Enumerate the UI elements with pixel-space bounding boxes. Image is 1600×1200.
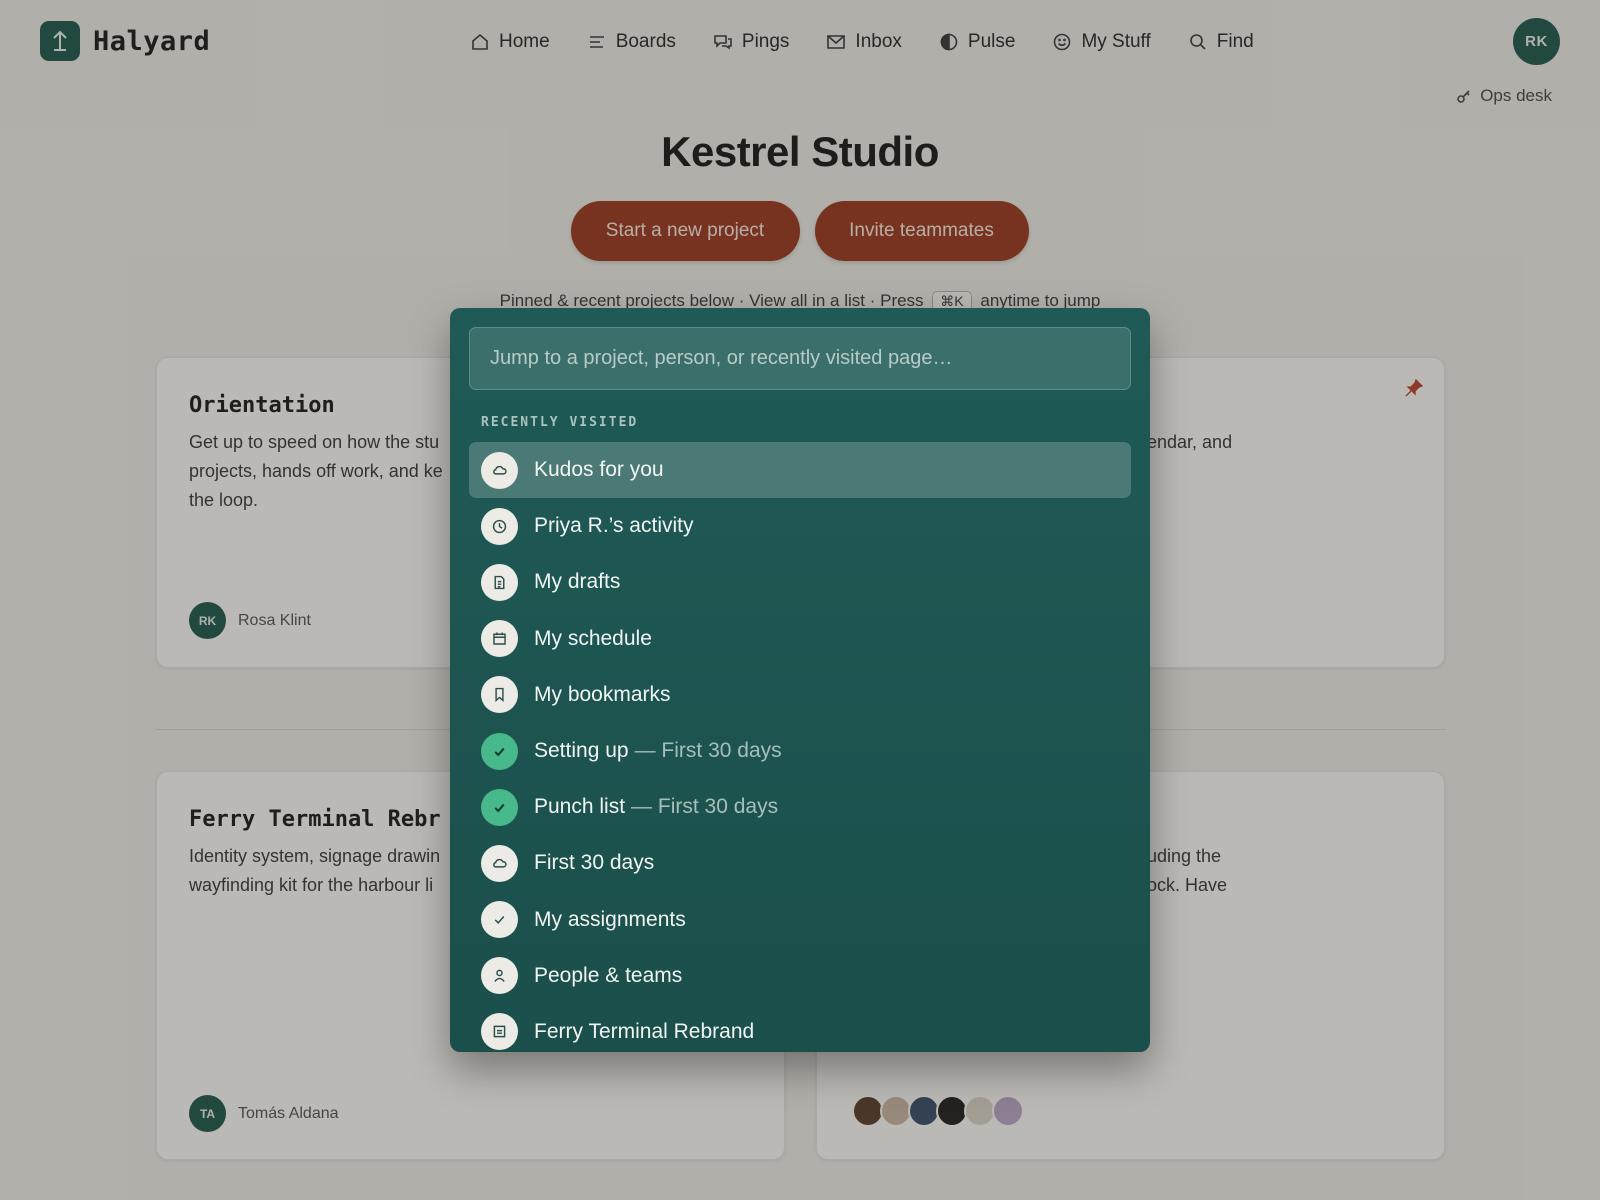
recent-item-label: Priya R.’s activity xyxy=(534,514,694,538)
recent-list: Kudos for you Priya R.’s activity My draft… xyxy=(469,442,1131,1052)
cloud-icon xyxy=(481,844,518,882)
recent-item[interactable]: Setting up — First 30 days xyxy=(469,723,1131,779)
recent-item-label: Kudos for you xyxy=(534,458,664,482)
jump-search-input[interactable] xyxy=(469,327,1131,390)
recent-item-label: My bookmarks xyxy=(534,682,671,706)
recent-item-label: Setting up xyxy=(534,739,629,763)
bookmark-icon xyxy=(481,676,518,714)
clock-icon xyxy=(481,507,518,545)
recent-item-label: My assignments xyxy=(534,907,686,931)
recent-item-label: First 30 days xyxy=(534,851,655,875)
recent-item[interactable]: My drafts xyxy=(469,554,1131,610)
recent-item[interactable]: Kudos for you xyxy=(469,442,1131,499)
recent-item[interactable]: Priya R.’s activity xyxy=(469,498,1131,554)
recent-item-label: My schedule xyxy=(534,626,652,650)
recent-item[interactable]: First 30 days xyxy=(469,835,1131,891)
section-label: RECENTLY VISITED xyxy=(481,415,639,430)
check-icon xyxy=(481,901,518,939)
cloud-icon xyxy=(481,451,518,489)
recent-item[interactable]: My bookmarks xyxy=(469,667,1131,723)
recent-item-label: People & teams xyxy=(534,963,683,987)
recent-item[interactable]: My schedule xyxy=(469,611,1131,667)
calendar-icon xyxy=(481,620,518,658)
project-icon xyxy=(481,1013,518,1051)
recent-item-context: — First 30 days xyxy=(634,739,782,763)
document-icon xyxy=(481,563,518,601)
check-icon xyxy=(481,732,518,770)
person-icon xyxy=(481,957,518,995)
recent-item[interactable]: Ferry Terminal Rebrand xyxy=(469,1004,1131,1052)
recent-item-label: Punch list xyxy=(534,795,626,819)
check-icon xyxy=(481,788,518,826)
recent-item[interactable]: Punch list — First 30 days xyxy=(469,779,1131,835)
jump-palette: RECENTLY VISITED Kudos for you Priya R.’s… xyxy=(450,308,1150,1052)
recent-item-label: Ferry Terminal Rebrand xyxy=(534,1019,755,1043)
recent-item[interactable]: People & teams xyxy=(469,948,1131,1004)
recent-item-context: — First 30 days xyxy=(631,795,779,819)
recent-item[interactable]: My assignments xyxy=(469,892,1131,948)
recent-item-label: My drafts xyxy=(534,570,621,594)
